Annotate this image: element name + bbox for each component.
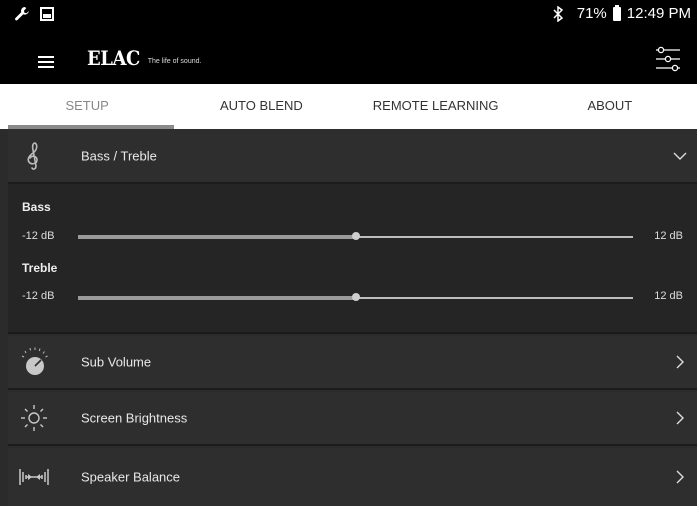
section-label-screen-brightness: Screen Brightness: [81, 410, 188, 426]
chevron-right-icon[interactable]: [673, 470, 687, 484]
bluetooth-icon: [553, 5, 563, 22]
battery-percent: 71%: [576, 5, 607, 22]
logo-text: ELAC: [87, 46, 140, 70]
sun-icon: [21, 405, 47, 431]
section-screen-brightness[interactable]: Screen Brightness: [8, 392, 697, 446]
tab-remote-learning[interactable]: REMOTE LEARNING: [349, 84, 523, 129]
treble-slider-fill: [78, 296, 356, 300]
tab-bar: SETUP AUTO BLEND REMOTE LEARNING ABOUT: [0, 84, 697, 129]
chevron-right-icon[interactable]: [673, 355, 687, 369]
logo-tagline: The life of sound.: [147, 58, 202, 65]
bass-slider-thumb[interactable]: [351, 232, 360, 240]
treble-slider[interactable]: [78, 293, 633, 301]
wrench-icon: [15, 7, 29, 21]
treble-slider-thumb[interactable]: [351, 293, 360, 301]
status-bar: 71% 12:49 PM: [0, 0, 697, 30]
bass-treble-panel: Bass -12 dB 12 dB Treble -12 dB 12 dB: [8, 184, 697, 334]
bass-slider[interactable]: [78, 232, 633, 240]
section-sub-volume[interactable]: Sub Volume: [8, 336, 697, 390]
tab-auto-blend[interactable]: AUTO BLEND: [174, 84, 348, 129]
bass-slider-fill: [78, 235, 356, 239]
tab-setup[interactable]: SETUP: [0, 84, 175, 129]
menu-icon[interactable]: [38, 56, 54, 68]
bass-label: Bass: [22, 200, 51, 214]
clock: 12:49 PM: [626, 5, 691, 22]
chevron-down-icon[interactable]: [673, 149, 687, 163]
image-icon: [40, 7, 54, 21]
elac-logo: ELAC The life of sound.: [87, 48, 201, 68]
tab-about[interactable]: ABOUT: [523, 84, 697, 129]
section-label-bass-treble: Bass / Treble: [81, 148, 157, 163]
treble-max-label: 12 dB: [654, 290, 683, 302]
bass-max-label: 12 dB: [654, 230, 683, 242]
bass-min-label: -12 dB: [22, 230, 55, 242]
app-bar: ELAC The life of sound.: [0, 30, 697, 84]
treble-min-label: -12 dB: [22, 290, 55, 302]
section-speaker-balance[interactable]: Speaker Balance: [8, 448, 697, 506]
speaker-balance-icon: [19, 469, 49, 485]
treble-clef-icon: [27, 141, 38, 170]
battery-icon: [612, 4, 621, 21]
volume-knob-icon: [21, 347, 48, 375]
chevron-right-icon[interactable]: [673, 411, 687, 425]
section-label-speaker-balance: Speaker Balance: [81, 469, 181, 485]
settings-sliders-icon[interactable]: [655, 46, 681, 72]
section-label-sub-volume: Sub Volume: [81, 354, 152, 370]
treble-label: Treble: [22, 261, 58, 275]
section-bass-treble[interactable]: Bass / Treble: [8, 129, 697, 184]
